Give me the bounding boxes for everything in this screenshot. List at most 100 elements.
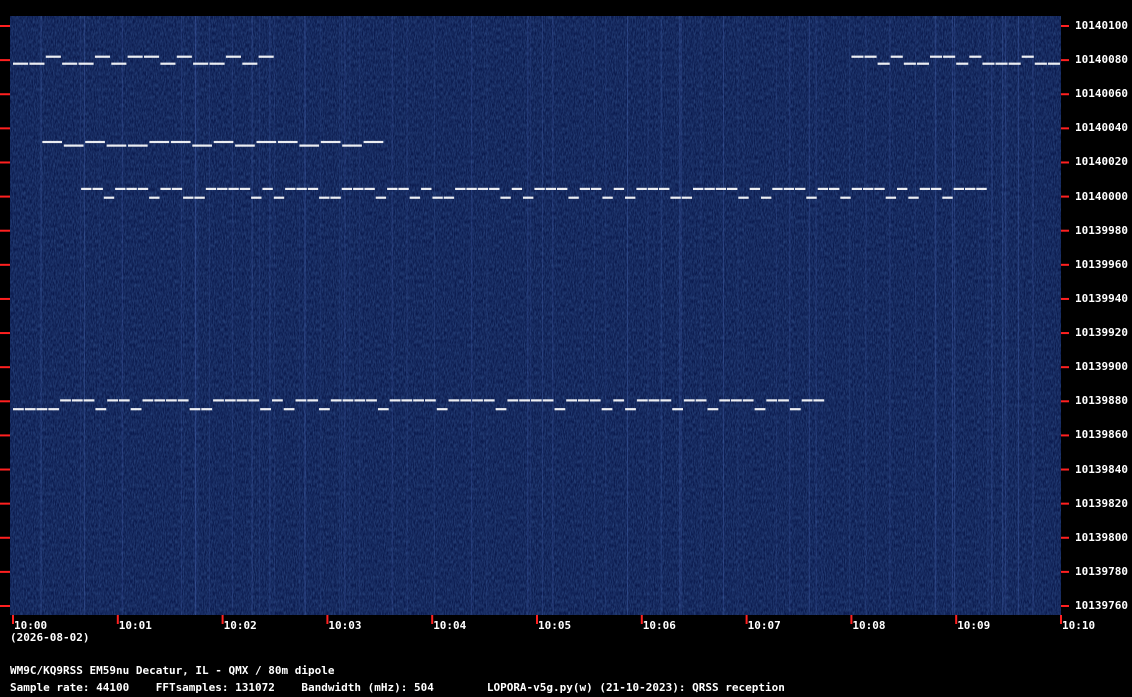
signal-segment <box>432 196 443 199</box>
signal-segment <box>142 399 154 402</box>
signal-segment <box>296 187 307 190</box>
signal-segment <box>578 399 589 402</box>
signal-segment <box>670 196 681 199</box>
interference-line <box>991 16 993 615</box>
interference-line <box>99 16 101 615</box>
signal-segment <box>320 140 341 144</box>
signal-segment <box>201 408 213 411</box>
interference-line <box>952 16 953 615</box>
interference-line <box>808 16 810 615</box>
signal-segment <box>160 62 176 65</box>
signal-segment <box>660 399 672 402</box>
interference-line <box>304 16 306 615</box>
signal-segment <box>193 62 209 65</box>
signal-segment <box>969 55 982 58</box>
signal-segment <box>401 399 413 402</box>
signal-segment <box>94 55 110 58</box>
signal-segment <box>813 399 825 402</box>
signal-segment <box>613 399 625 402</box>
signal-segment <box>260 408 271 411</box>
signal-segment <box>85 140 105 144</box>
signal-segment <box>115 187 126 190</box>
y-tick-left <box>0 434 10 437</box>
signal-segment <box>851 187 863 190</box>
signal-segment <box>262 187 273 190</box>
signal-segment <box>126 187 137 190</box>
x-tick-label: 10:04 <box>433 619 467 632</box>
signal-segment <box>176 55 192 58</box>
interference-line <box>743 16 745 615</box>
interference-line <box>915 16 916 615</box>
signal-segment <box>466 187 477 190</box>
y-tick-left <box>0 127 10 130</box>
signal-segment <box>897 187 908 190</box>
signal-segment <box>742 399 754 402</box>
y-tick-left <box>0 297 10 300</box>
y-tick-left <box>0 570 10 573</box>
signal-segment <box>248 399 260 402</box>
y-tick-right <box>1061 400 1069 403</box>
signal-segment <box>783 187 795 190</box>
signal-segment <box>170 140 191 144</box>
y-tick-right <box>1061 536 1069 539</box>
signal-segment <box>398 187 409 190</box>
signal-segment <box>149 196 160 199</box>
y-tick-left <box>0 366 10 369</box>
signal-segment <box>982 62 995 65</box>
signal-segment <box>13 62 29 65</box>
interference-line <box>1006 16 1008 615</box>
signal-segment <box>489 187 500 190</box>
signal-segment <box>460 399 472 402</box>
x-tick-label: 10:02 <box>223 619 257 632</box>
interference-line <box>1018 16 1020 615</box>
signal-segment <box>239 187 251 190</box>
signal-segment <box>106 144 127 147</box>
signal-segment <box>375 196 387 199</box>
interference-line <box>41 16 42 615</box>
interference-line <box>978 16 980 615</box>
y-tick-label: 10140020 <box>1075 155 1128 169</box>
signal-segment <box>60 399 71 402</box>
interference-line <box>231 16 233 615</box>
signal-segment <box>242 62 258 65</box>
signal-segment <box>1021 55 1034 58</box>
signal-segment <box>228 187 239 190</box>
signal-segment <box>683 399 695 402</box>
signal-segment <box>236 399 248 402</box>
y-tick-left <box>0 605 10 607</box>
interference-line <box>605 16 607 615</box>
signal-segment <box>107 399 118 402</box>
signal-segment <box>130 408 142 411</box>
signal-segment <box>778 399 789 402</box>
signal-segment <box>523 196 534 199</box>
y-tick-right <box>1061 332 1069 335</box>
signal-segment <box>483 399 495 402</box>
interference-line <box>680 16 682 615</box>
signal-segment <box>319 408 330 411</box>
signal-segment <box>566 399 577 402</box>
signal-segment <box>36 408 48 411</box>
signal-segment <box>189 408 201 411</box>
y-tick-label: 10139860 <box>1075 428 1128 442</box>
signal-segment <box>387 187 398 190</box>
y-tick-right <box>1061 93 1069 96</box>
interference-line <box>1004 16 1006 615</box>
signal-segment <box>283 408 295 411</box>
signal-segment <box>625 408 636 411</box>
signal-segment <box>62 62 78 65</box>
signal-segment <box>78 62 94 65</box>
signal-segment <box>160 187 171 190</box>
signal-segment <box>472 399 483 402</box>
x-tick-label: 10:01 <box>118 619 152 632</box>
signal-segment <box>149 140 170 144</box>
x-tick-label: 10:10 <box>1062 619 1096 632</box>
signal-segment <box>48 408 60 411</box>
y-tick-label: 10140060 <box>1075 87 1128 101</box>
y-tick-left <box>0 468 10 471</box>
signal-segment <box>24 408 36 411</box>
signal-segment <box>377 408 389 411</box>
y-tick-label: 10139800 <box>1075 530 1128 544</box>
signal-segment <box>81 187 92 190</box>
signal-segment <box>285 187 296 190</box>
signal-segment <box>681 196 693 199</box>
